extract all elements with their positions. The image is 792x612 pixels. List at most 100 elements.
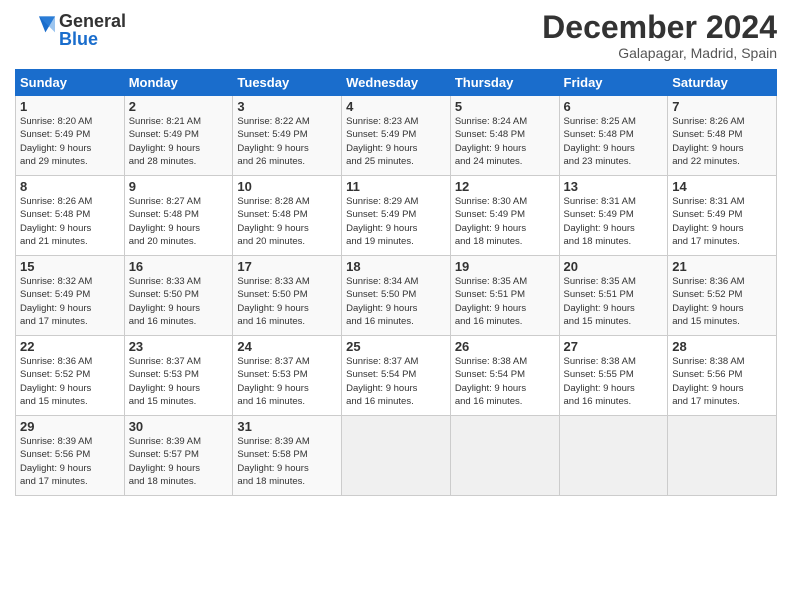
day-info: Sunrise: 8:28 AM Sunset: 5:48 PM Dayligh…: [237, 195, 337, 248]
table-row: 8Sunrise: 8:26 AM Sunset: 5:48 PM Daylig…: [16, 176, 125, 256]
table-row: 10Sunrise: 8:28 AM Sunset: 5:48 PM Dayli…: [233, 176, 342, 256]
day-info: Sunrise: 8:22 AM Sunset: 5:49 PM Dayligh…: [237, 115, 337, 168]
table-row: 4Sunrise: 8:23 AM Sunset: 5:49 PM Daylig…: [342, 96, 451, 176]
day-info: Sunrise: 8:20 AM Sunset: 5:49 PM Dayligh…: [20, 115, 120, 168]
table-row: 29Sunrise: 8:39 AM Sunset: 5:56 PM Dayli…: [16, 416, 125, 496]
table-row: 6Sunrise: 8:25 AM Sunset: 5:48 PM Daylig…: [559, 96, 668, 176]
day-info: Sunrise: 8:39 AM Sunset: 5:56 PM Dayligh…: [20, 435, 120, 488]
day-number: 7: [672, 99, 772, 114]
day-number: 10: [237, 179, 337, 194]
table-row: 16Sunrise: 8:33 AM Sunset: 5:50 PM Dayli…: [124, 256, 233, 336]
day-number: 16: [129, 259, 229, 274]
calendar-week-2: 8Sunrise: 8:26 AM Sunset: 5:48 PM Daylig…: [16, 176, 777, 256]
day-info: Sunrise: 8:38 AM Sunset: 5:56 PM Dayligh…: [672, 355, 772, 408]
day-number: 25: [346, 339, 446, 354]
table-row: 28Sunrise: 8:38 AM Sunset: 5:56 PM Dayli…: [668, 336, 777, 416]
day-number: 3: [237, 99, 337, 114]
day-info: Sunrise: 8:37 AM Sunset: 5:54 PM Dayligh…: [346, 355, 446, 408]
day-number: 1: [20, 99, 120, 114]
month-title: December 2024: [542, 10, 777, 45]
table-row: 24Sunrise: 8:37 AM Sunset: 5:53 PM Dayli…: [233, 336, 342, 416]
day-number: 19: [455, 259, 555, 274]
day-info: Sunrise: 8:24 AM Sunset: 5:48 PM Dayligh…: [455, 115, 555, 168]
calendar-week-5: 29Sunrise: 8:39 AM Sunset: 5:56 PM Dayli…: [16, 416, 777, 496]
day-number: 23: [129, 339, 229, 354]
calendar-week-1: 1Sunrise: 8:20 AM Sunset: 5:49 PM Daylig…: [16, 96, 777, 176]
table-row: 20Sunrise: 8:35 AM Sunset: 5:51 PM Dayli…: [559, 256, 668, 336]
day-number: 28: [672, 339, 772, 354]
logo-name: General Blue: [59, 12, 126, 48]
day-info: Sunrise: 8:25 AM Sunset: 5:48 PM Dayligh…: [564, 115, 664, 168]
day-number: 5: [455, 99, 555, 114]
table-row: [450, 416, 559, 496]
table-row: 14Sunrise: 8:31 AM Sunset: 5:49 PM Dayli…: [668, 176, 777, 256]
day-number: 31: [237, 419, 337, 434]
table-row: 26Sunrise: 8:38 AM Sunset: 5:54 PM Dayli…: [450, 336, 559, 416]
table-row: [668, 416, 777, 496]
table-row: 2Sunrise: 8:21 AM Sunset: 5:49 PM Daylig…: [124, 96, 233, 176]
table-row: 15Sunrise: 8:32 AM Sunset: 5:49 PM Dayli…: [16, 256, 125, 336]
day-number: 27: [564, 339, 664, 354]
calendar-week-4: 22Sunrise: 8:36 AM Sunset: 5:52 PM Dayli…: [16, 336, 777, 416]
day-number: 18: [346, 259, 446, 274]
day-info: Sunrise: 8:36 AM Sunset: 5:52 PM Dayligh…: [672, 275, 772, 328]
calendar-header-row: Sunday Monday Tuesday Wednesday Thursday…: [16, 70, 777, 96]
table-row: 27Sunrise: 8:38 AM Sunset: 5:55 PM Dayli…: [559, 336, 668, 416]
day-number: 13: [564, 179, 664, 194]
day-info: Sunrise: 8:38 AM Sunset: 5:55 PM Dayligh…: [564, 355, 664, 408]
table-row: 30Sunrise: 8:39 AM Sunset: 5:57 PM Dayli…: [124, 416, 233, 496]
day-number: 12: [455, 179, 555, 194]
day-number: 20: [564, 259, 664, 274]
table-row: 13Sunrise: 8:31 AM Sunset: 5:49 PM Dayli…: [559, 176, 668, 256]
day-info: Sunrise: 8:38 AM Sunset: 5:54 PM Dayligh…: [455, 355, 555, 408]
location-text: Galapagar, Madrid, Spain: [542, 45, 777, 61]
day-number: 8: [20, 179, 120, 194]
day-info: Sunrise: 8:35 AM Sunset: 5:51 PM Dayligh…: [455, 275, 555, 328]
day-info: Sunrise: 8:37 AM Sunset: 5:53 PM Dayligh…: [237, 355, 337, 408]
day-number: 21: [672, 259, 772, 274]
day-info: Sunrise: 8:29 AM Sunset: 5:49 PM Dayligh…: [346, 195, 446, 248]
table-row: [559, 416, 668, 496]
day-info: Sunrise: 8:39 AM Sunset: 5:57 PM Dayligh…: [129, 435, 229, 488]
table-row: 1Sunrise: 8:20 AM Sunset: 5:49 PM Daylig…: [16, 96, 125, 176]
table-row: 3Sunrise: 8:22 AM Sunset: 5:49 PM Daylig…: [233, 96, 342, 176]
table-row: 23Sunrise: 8:37 AM Sunset: 5:53 PM Dayli…: [124, 336, 233, 416]
table-row: 5Sunrise: 8:24 AM Sunset: 5:48 PM Daylig…: [450, 96, 559, 176]
day-info: Sunrise: 8:31 AM Sunset: 5:49 PM Dayligh…: [564, 195, 664, 248]
col-wednesday: Wednesday: [342, 70, 451, 96]
day-info: Sunrise: 8:26 AM Sunset: 5:48 PM Dayligh…: [672, 115, 772, 168]
table-row: 18Sunrise: 8:34 AM Sunset: 5:50 PM Dayli…: [342, 256, 451, 336]
calendar-week-3: 15Sunrise: 8:32 AM Sunset: 5:49 PM Dayli…: [16, 256, 777, 336]
table-row: 19Sunrise: 8:35 AM Sunset: 5:51 PM Dayli…: [450, 256, 559, 336]
col-sunday: Sunday: [16, 70, 125, 96]
day-info: Sunrise: 8:33 AM Sunset: 5:50 PM Dayligh…: [129, 275, 229, 328]
table-row: 12Sunrise: 8:30 AM Sunset: 5:49 PM Dayli…: [450, 176, 559, 256]
day-number: 17: [237, 259, 337, 274]
day-number: 15: [20, 259, 120, 274]
day-number: 9: [129, 179, 229, 194]
day-info: Sunrise: 8:35 AM Sunset: 5:51 PM Dayligh…: [564, 275, 664, 328]
table-row: [342, 416, 451, 496]
col-thursday: Thursday: [450, 70, 559, 96]
day-number: 2: [129, 99, 229, 114]
table-row: 22Sunrise: 8:36 AM Sunset: 5:52 PM Dayli…: [16, 336, 125, 416]
table-row: 11Sunrise: 8:29 AM Sunset: 5:49 PM Dayli…: [342, 176, 451, 256]
day-number: 26: [455, 339, 555, 354]
day-info: Sunrise: 8:33 AM Sunset: 5:50 PM Dayligh…: [237, 275, 337, 328]
logo-blue-text: Blue: [59, 30, 126, 48]
day-info: Sunrise: 8:32 AM Sunset: 5:49 PM Dayligh…: [20, 275, 120, 328]
day-number: 22: [20, 339, 120, 354]
table-row: 31Sunrise: 8:39 AM Sunset: 5:58 PM Dayli…: [233, 416, 342, 496]
day-number: 11: [346, 179, 446, 194]
logo-general-text: General: [59, 12, 126, 30]
table-row: 21Sunrise: 8:36 AM Sunset: 5:52 PM Dayli…: [668, 256, 777, 336]
day-info: Sunrise: 8:31 AM Sunset: 5:49 PM Dayligh…: [672, 195, 772, 248]
day-number: 29: [20, 419, 120, 434]
logo-icon: [15, 10, 55, 50]
table-row: 9Sunrise: 8:27 AM Sunset: 5:48 PM Daylig…: [124, 176, 233, 256]
col-friday: Friday: [559, 70, 668, 96]
table-row: 25Sunrise: 8:37 AM Sunset: 5:54 PM Dayli…: [342, 336, 451, 416]
col-tuesday: Tuesday: [233, 70, 342, 96]
title-block: December 2024 Galapagar, Madrid, Spain: [542, 10, 777, 61]
day-info: Sunrise: 8:39 AM Sunset: 5:58 PM Dayligh…: [237, 435, 337, 488]
